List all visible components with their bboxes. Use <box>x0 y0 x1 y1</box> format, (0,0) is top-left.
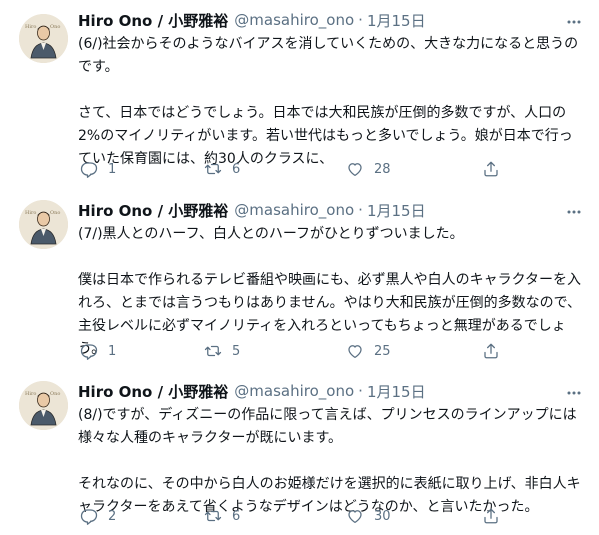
svg-text:Hiro: Hiro <box>25 210 36 216</box>
reply-icon <box>80 509 98 525</box>
retweet-count: 5 <box>232 343 241 359</box>
like-count: 28 <box>374 161 391 177</box>
tweet-header: Hiro Ono / 小野雅裕 @masahiro_ono · 1月15日 <box>78 200 426 220</box>
tweet[interactable]: Hiro Ono Hiro Ono / 小野雅裕 @masahiro_ono ·… <box>0 0 599 188</box>
reply-button[interactable]: 1 <box>80 160 116 178</box>
separator-dot: · <box>358 201 363 219</box>
tweet-actions: 1 5 25 <box>80 341 500 361</box>
tweet-actions: 2 6 30 <box>80 506 500 526</box>
like-heart-icon <box>348 345 362 359</box>
retweet-button[interactable]: 6 <box>204 160 240 178</box>
share-button[interactable] <box>482 342 500 360</box>
tweet-thread: Hiro Ono Hiro Ono / 小野雅裕 @masahiro_ono ·… <box>0 0 599 535</box>
svg-text:Hiro: Hiro <box>25 391 36 397</box>
tweet-paragraph: (7/)黒人とのハーフ、白人とのハーフがひとりずついました。 <box>78 226 464 242</box>
tweet[interactable]: Hiro Ono Hiro Ono / 小野雅裕 @masahiro_ono ·… <box>0 188 599 369</box>
display-name[interactable]: Hiro Ono / 小野雅裕 <box>78 381 228 402</box>
svg-text:Ono: Ono <box>50 391 60 397</box>
more-options-button[interactable] <box>565 384 583 402</box>
like-count: 25 <box>374 343 391 359</box>
share-button[interactable] <box>482 507 500 525</box>
tweet-date[interactable]: 1月15日 <box>367 200 426 221</box>
display-name[interactable]: Hiro Ono / 小野雅裕 <box>78 10 228 31</box>
tweet-header: Hiro Ono / 小野雅裕 @masahiro_ono · 1月15日 <box>78 381 426 401</box>
retweet-icon <box>204 163 222 175</box>
retweet-count: 6 <box>232 161 241 177</box>
reply-button[interactable]: 2 <box>80 507 116 525</box>
retweet-icon <box>204 510 222 522</box>
more-horizontal-icon <box>567 391 581 395</box>
tweet-text: (8/)ですが、ディズニーの作品に限って言えば、プリンセスのラインアップには様々… <box>78 404 583 519</box>
svg-text:Ono: Ono <box>50 24 60 30</box>
separator-dot: · <box>358 11 363 29</box>
user-handle[interactable]: @masahiro_ono <box>234 11 354 29</box>
tweet-paragraph: (6/)社会からそのようなバイアスを消していくための、大きな力になると思うのです… <box>78 36 579 75</box>
reply-button[interactable]: 1 <box>80 342 116 360</box>
more-horizontal-icon <box>567 20 581 24</box>
tweet-actions: 1 6 28 <box>80 159 500 179</box>
share-icon <box>484 508 498 524</box>
avatar-illustration: Hiro Ono <box>19 381 68 430</box>
like-button[interactable]: 25 <box>346 342 391 360</box>
share-icon <box>484 161 498 177</box>
like-heart-icon <box>348 163 362 177</box>
reply-count: 1 <box>108 161 117 177</box>
user-handle[interactable]: @masahiro_ono <box>234 382 354 400</box>
separator-dot: · <box>358 382 363 400</box>
retweet-button[interactable]: 5 <box>204 342 240 360</box>
share-button[interactable] <box>482 160 500 178</box>
avatar-illustration: Hiro Ono <box>19 14 68 63</box>
svg-text:Hiro: Hiro <box>25 24 36 30</box>
svg-text:Ono: Ono <box>50 210 60 216</box>
avatar[interactable]: Hiro Ono <box>19 200 68 249</box>
avatar[interactable]: Hiro Ono <box>19 14 68 63</box>
display-name[interactable]: Hiro Ono / 小野雅裕 <box>78 200 228 221</box>
reply-count: 2 <box>108 508 117 524</box>
more-horizontal-icon <box>567 210 581 214</box>
like-button[interactable]: 30 <box>346 507 391 525</box>
avatar-illustration: Hiro Ono <box>19 200 68 249</box>
retweet-icon <box>204 345 222 357</box>
tweet-header: Hiro Ono / 小野雅裕 @masahiro_ono · 1月15日 <box>78 10 426 30</box>
avatar[interactable]: Hiro Ono <box>19 381 68 430</box>
share-icon <box>484 343 498 359</box>
tweet-date[interactable]: 1月15日 <box>367 381 426 402</box>
retweet-count: 6 <box>232 508 241 524</box>
retweet-button[interactable]: 6 <box>204 507 240 525</box>
tweet-text: (6/)社会からそのようなバイアスを消していくための、大きな力になると思うのです… <box>78 33 583 171</box>
like-count: 30 <box>374 508 391 524</box>
tweet-paragraph: (8/)ですが、ディズニーの作品に限って言えば、プリンセスのラインアップには様々… <box>78 407 577 446</box>
like-button[interactable]: 28 <box>346 160 391 178</box>
tweet-date[interactable]: 1月15日 <box>367 10 426 31</box>
more-options-button[interactable] <box>565 13 583 31</box>
user-handle[interactable]: @masahiro_ono <box>234 201 354 219</box>
like-heart-icon <box>348 510 362 524</box>
more-options-button[interactable] <box>565 203 583 221</box>
reply-icon <box>80 162 98 178</box>
reply-count: 1 <box>108 343 117 359</box>
tweet[interactable]: Hiro Ono Hiro Ono / 小野雅裕 @masahiro_ono ·… <box>0 369 599 535</box>
reply-icon <box>80 344 98 360</box>
